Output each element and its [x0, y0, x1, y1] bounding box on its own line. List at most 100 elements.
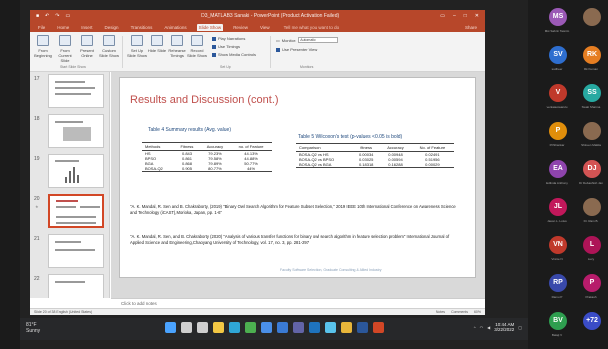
close-icon[interactable]: ✕ [475, 13, 479, 19]
tab-review[interactable]: Review [231, 24, 250, 31]
tab-transitions[interactable]: Transitions [129, 24, 155, 31]
avatar: L [583, 236, 601, 254]
slide-thumbnail-pane: 17 18 19 20 ★ 21 22 [30, 72, 110, 298]
mail-icon[interactable] [277, 322, 288, 333]
use-timings-check[interactable]: Use Timings [212, 44, 240, 49]
powerpoint-icon[interactable] [373, 322, 384, 333]
participant-tile[interactable]: Vvenkateswarulu [540, 78, 574, 118]
tab-view[interactable]: View [258, 24, 272, 31]
participant-name: Lucy [587, 257, 595, 261]
tell-me-box[interactable]: Tell me what you want to do [284, 25, 340, 30]
hide-slide-button[interactable]: Hide Slide [146, 35, 168, 53]
clock-date: 3/22/2022 [494, 327, 515, 332]
avatar: DJ [583, 160, 601, 178]
word-icon[interactable] [357, 322, 368, 333]
monitor-select[interactable]: ▭ Monitor: Automatic [276, 37, 339, 43]
tab-insert[interactable]: Insert [79, 24, 94, 31]
avatar: P [549, 122, 567, 140]
notes-pane[interactable]: Click to add notes [111, 298, 485, 308]
chevron-up-icon[interactable]: ^ [474, 325, 476, 330]
monitor-dropdown[interactable]: Automatic [298, 37, 339, 43]
current-slide[interactable]: Results and Discussion (cont.) Table 4 S… [119, 77, 476, 278]
notes-button[interactable]: Notes [436, 310, 445, 314]
zoom-level[interactable]: 60% [474, 310, 481, 314]
participant-tile[interactable]: +72 [574, 306, 608, 346]
participant-tile[interactable]: P Prakash [574, 268, 608, 308]
tab-design[interactable]: Design [103, 24, 121, 31]
present-online-button[interactable]: Present Online [76, 35, 98, 58]
chrome-icon[interactable] [245, 322, 256, 333]
thumbnail-19[interactable]: 19 [34, 154, 108, 192]
present-icon[interactable]: ▭ [65, 13, 70, 19]
outlook-icon[interactable] [309, 322, 320, 333]
participant-tile[interactable] [574, 2, 608, 42]
maximize-icon[interactable]: □ [464, 13, 467, 19]
participant-tile[interactable]: DJ Dr Debashish Jan [574, 154, 608, 194]
system-tray: ^ ◠ ◀ 10:44 AM 3/22/2022 ▢ [474, 322, 522, 332]
participant-tile[interactable]: Shireen Malkla [574, 116, 608, 156]
show-media-controls-check[interactable]: Show Media Controls [212, 52, 256, 57]
teams-icon[interactable] [293, 322, 304, 333]
participant-tile[interactable]: SV sudheer [540, 40, 574, 80]
comments-button[interactable]: Comments [451, 310, 468, 314]
clock[interactable]: 10:44 AM 3/22/2022 [494, 322, 514, 332]
share-button[interactable]: Share [465, 25, 477, 30]
record-slide-show-button[interactable]: Record Slide Show [186, 35, 208, 58]
edge-icon[interactable] [229, 322, 240, 333]
windows-start-icon[interactable] [165, 322, 176, 333]
title-bar: ■ ↶ ↷ ▭ D3_MATLAB3 Sanaki - PowerPoint (… [30, 10, 485, 22]
participant-tile[interactable]: JL Jason L. Lotus [540, 192, 574, 232]
thumbnail-21[interactable]: 21 [34, 234, 108, 272]
save-icon[interactable]: ■ [36, 13, 39, 19]
search-icon[interactable] [181, 322, 192, 333]
participant-tile[interactable]: L Lucy [574, 230, 608, 270]
from-current-slide-button[interactable]: From Current Slide [54, 35, 76, 63]
chat-icon[interactable] [325, 322, 336, 333]
participant-tile[interactable]: RK Rk Kuman [574, 40, 608, 80]
tab-file[interactable]: File [36, 24, 47, 31]
store-icon[interactable] [261, 322, 272, 333]
avatar: JL [549, 198, 567, 216]
paint-icon[interactable] [341, 322, 352, 333]
participant-tile[interactable]: BV Balaji V [540, 306, 574, 346]
thumbnail-17[interactable]: 17 [34, 74, 108, 112]
participant-tile[interactable]: SS Swati Sharma [574, 78, 608, 118]
weather-widget[interactable]: 81°F Sunny [26, 322, 40, 334]
participant-tile[interactable]: VN Vinnie N [540, 230, 574, 270]
task-view-icon[interactable] [197, 322, 208, 333]
avatar: +72 [583, 312, 601, 330]
tab-slide-show[interactable]: Slide Show [196, 23, 224, 31]
thumbnail-22[interactable]: 22 [34, 274, 108, 298]
minimize-icon[interactable]: – [453, 13, 456, 19]
notification-icon[interactable]: ▢ [518, 325, 522, 330]
slideshow-icon [37, 35, 49, 46]
file-explorer-icon[interactable] [213, 322, 224, 333]
reference-2: "A. K. Mandal, R. Sen, and B. Chakrabort… [130, 234, 450, 245]
undo-icon[interactable]: ↶ [45, 13, 49, 19]
redo-icon[interactable]: ↷ [55, 13, 59, 19]
rehearse-timings-button[interactable]: Rehearse Timings [166, 35, 188, 58]
participant-tile[interactable]: MS Mst Sabrin Tasnim [540, 2, 574, 42]
avatar: P [583, 274, 601, 292]
participant-tile[interactable]: EA Edlinda Anthony [540, 154, 574, 194]
weather-desc: Sunny [26, 328, 41, 334]
ribbon: From Beginning From Current Slide Presen… [30, 32, 485, 72]
play-narrations-check[interactable]: Play Narrations [212, 36, 245, 41]
tab-home[interactable]: Home [55, 24, 71, 31]
slide-title: Results and Discussion (cont.) [130, 94, 279, 106]
from-beginning-button[interactable]: From Beginning [32, 35, 54, 58]
wifi-icon[interactable]: ◠ [480, 325, 484, 330]
summary-results-table: Methods Fitness Accuracy no. of Feature HS 0… [142, 142, 272, 172]
participant-tile[interactable]: P PriShankar [540, 116, 574, 156]
ribbon-display-icon[interactable]: ▭ [440, 13, 445, 19]
custom-slide-show-button[interactable]: Custom Slide Show [98, 35, 120, 58]
presenter-view-check[interactable]: Use Presenter View [276, 47, 317, 52]
thumbnail-18[interactable]: 18 [34, 114, 108, 152]
thumbnail-20[interactable]: 20 ★ [34, 194, 108, 232]
set-up-slide-show-button[interactable]: Set Up Slide Show [126, 35, 148, 58]
participant-name: Shireen Malkla [581, 143, 601, 147]
tab-animations[interactable]: Animations [162, 24, 188, 31]
participant-tile[interactable]: Dr. Ram B. [574, 192, 608, 232]
volume-icon[interactable]: ◀ [487, 325, 490, 330]
participant-tile[interactable]: RP Ramu P [540, 268, 574, 308]
